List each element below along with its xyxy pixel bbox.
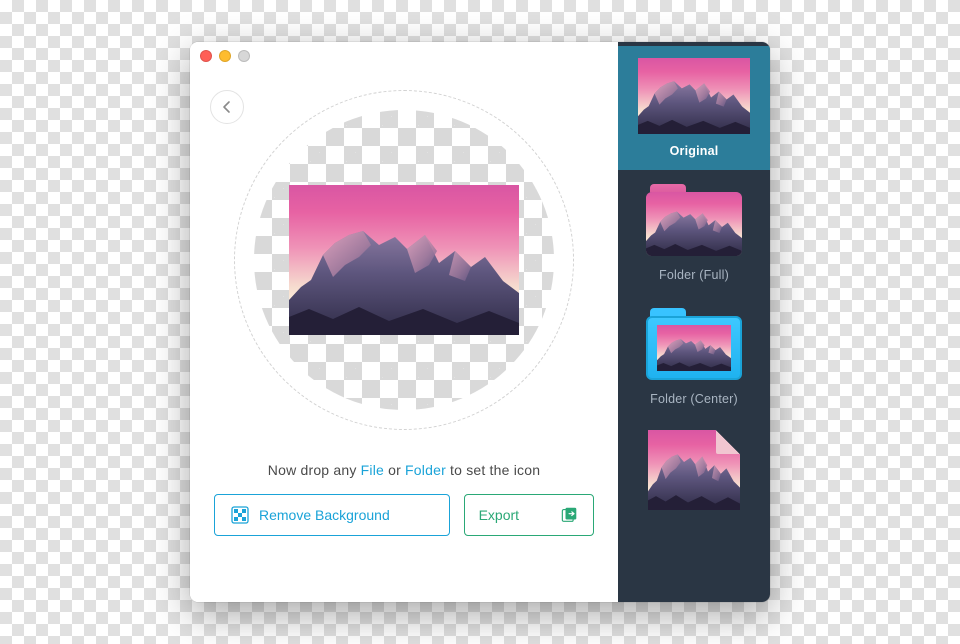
remove-background-label: Remove Background	[259, 507, 390, 523]
export-button[interactable]: Export	[464, 494, 594, 536]
preset-original-thumb	[638, 58, 750, 134]
close-window-button[interactable]	[200, 50, 212, 62]
transparency-checker	[254, 110, 554, 410]
folder-link[interactable]: Folder	[405, 462, 446, 478]
preset-document-thumb	[638, 430, 750, 490]
preset-document[interactable]	[618, 418, 770, 490]
preset-original-label: Original	[670, 144, 719, 158]
page-curl-icon	[716, 430, 740, 454]
minimize-window-button[interactable]	[219, 50, 231, 62]
drop-hint-text: Now drop any File or Folder to set the i…	[190, 450, 618, 494]
file-link[interactable]: File	[361, 462, 384, 478]
preset-sidebar: Original Folder (Full)	[618, 42, 770, 602]
main-panel: Now drop any File or Folder to set the i…	[190, 42, 618, 602]
preset-folder-center[interactable]: Folder (Center)	[618, 294, 770, 418]
export-label: Export	[479, 507, 519, 523]
preset-folder-full-thumb	[638, 182, 750, 258]
titlebar	[190, 42, 618, 70]
preset-folder-center-label: Folder (Center)	[650, 392, 738, 406]
maximize-window-button	[238, 50, 250, 62]
preset-folder-center-thumb	[638, 306, 750, 382]
icon-preview-area[interactable]	[190, 70, 618, 450]
action-bar: Remove Background Export	[190, 494, 618, 562]
source-image-preview	[289, 185, 519, 335]
preset-folder-full[interactable]: Folder (Full)	[618, 170, 770, 294]
export-icon	[561, 506, 579, 524]
drop-zone[interactable]	[234, 90, 574, 430]
preset-original[interactable]: Original	[618, 46, 770, 170]
app-window: Now drop any File or Folder to set the i…	[190, 42, 770, 602]
remove-background-button[interactable]: Remove Background	[214, 494, 450, 536]
checker-icon	[231, 506, 249, 524]
preset-folder-full-label: Folder (Full)	[659, 268, 729, 282]
